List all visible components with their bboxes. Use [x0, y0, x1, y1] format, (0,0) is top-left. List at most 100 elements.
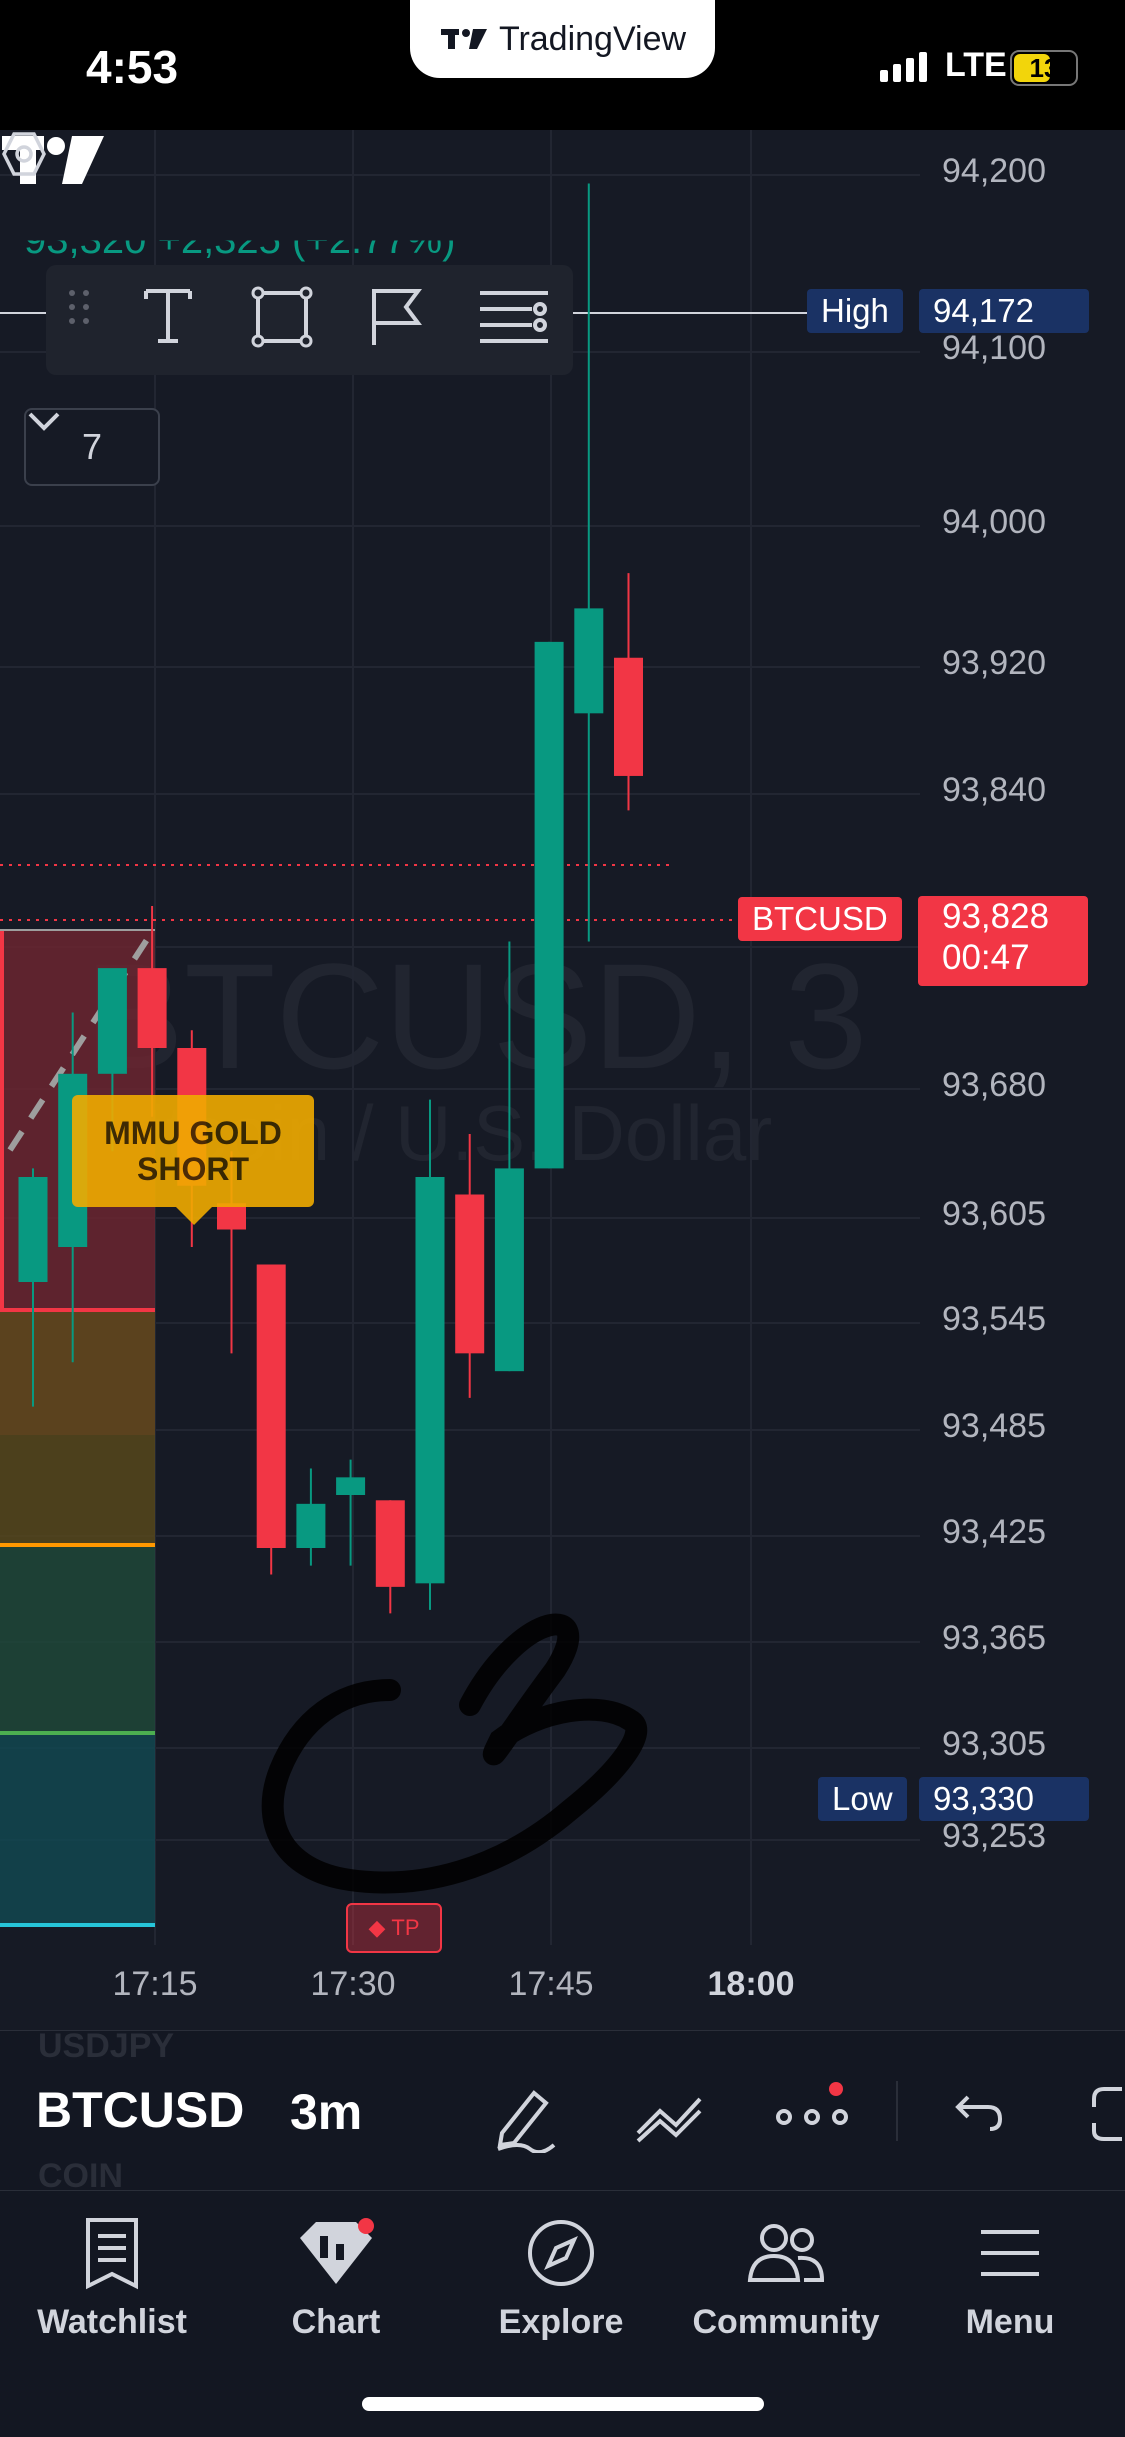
network-type: LTE: [945, 46, 1007, 84]
candle-body: [97, 968, 127, 1074]
menu-icon: [981, 2230, 1039, 2276]
battery-icon: 13: [1010, 50, 1078, 86]
nav-watchlist[interactable]: Watchlist: [2, 2209, 222, 2369]
last-price-value: 93,828: [942, 897, 1050, 936]
candle-body: [375, 1500, 405, 1587]
candle-up[interactable]: [336, 1459, 366, 1566]
candle-body: [494, 1168, 524, 1372]
tradingview-logo-icon: [440, 29, 487, 49]
high-value-tag: 94,172: [919, 289, 1089, 333]
battery-level: 13: [1029, 53, 1059, 83]
candle-up[interactable]: [574, 183, 604, 942]
short-position-target-zone-2[interactable]: [0, 1733, 155, 1925]
timeframe-selector[interactable]: 3m: [290, 2083, 362, 2141]
candle-body: [296, 1503, 326, 1548]
candle-body: [336, 1477, 366, 1495]
hand-drawn-scribble: [261, 1613, 648, 1894]
candle-body: [18, 1177, 48, 1282]
toolbar-divider: [896, 2081, 898, 2141]
candle-down[interactable]: [455, 1134, 485, 1398]
candle-up[interactable]: [494, 941, 524, 1372]
price-scale-label: 93,605: [942, 1195, 1046, 1233]
brand-name: TradingView: [498, 19, 687, 58]
candle-up[interactable]: [296, 1468, 326, 1566]
trend-tools-icon[interactable]: [632, 2089, 706, 2145]
price-scale-label: 93,545: [942, 1300, 1046, 1338]
indicators-collapse-button[interactable]: 7: [24, 408, 160, 486]
cellular-signal-icon: [880, 52, 927, 82]
price-scale-label: 93,253: [942, 1817, 1046, 1855]
take-profit-marker[interactable]: ◆ TP: [346, 1903, 442, 1953]
nav-label-menu: Menu: [965, 2303, 1055, 2341]
price-scale-label: 93,365: [942, 1619, 1046, 1657]
short-position-zone-orange[interactable]: [0, 1310, 155, 1545]
candle-body: [574, 608, 604, 714]
candle-body: [137, 968, 167, 1048]
price-scale-label: 94,100: [942, 329, 1046, 367]
rectangle-tool-icon[interactable]: [250, 285, 320, 355]
previous-symbol[interactable]: USDJPY: [38, 2027, 174, 2066]
time-scale-label: 17:45: [508, 1965, 594, 2003]
symbol-toolbar: USDJPY BTCUSD 3m COIN: [0, 2027, 1125, 2195]
candle-body: [455, 1194, 485, 1354]
low-value-tag: 93,330: [919, 1777, 1089, 1821]
nav-explore[interactable]: Explore: [451, 2209, 671, 2369]
undo-icon[interactable]: [954, 2093, 1004, 2133]
price-scale-label: 93,680: [942, 1066, 1046, 1104]
candle-body: [534, 641, 564, 1169]
chart-icon: [300, 2218, 374, 2284]
nav-community[interactable]: Community: [676, 2209, 896, 2369]
last-price-tag: 93,828 00:47: [918, 896, 1088, 986]
candle-down[interactable]: [375, 1500, 405, 1614]
community-icon: [747, 2224, 825, 2282]
candle-down[interactable]: [614, 573, 643, 811]
short-position-target-zone-1[interactable]: [0, 1545, 155, 1733]
symbol-price-tag: BTCUSD: [738, 897, 902, 941]
nav-label-explore: Explore: [498, 2303, 624, 2341]
nav-menu[interactable]: Menu: [900, 2209, 1120, 2369]
more-options-icon[interactable]: [774, 2081, 850, 2141]
candle-body: [256, 1264, 286, 1548]
compass-icon: [528, 2220, 594, 2286]
fullscreen-icon[interactable]: [1090, 2085, 1125, 2143]
nav-chart[interactable]: Chart: [226, 2209, 446, 2369]
drag-handle-icon[interactable]: [60, 285, 130, 355]
time-scale-label: 17:15: [112, 1965, 198, 2003]
candle-body: [614, 657, 643, 776]
chart-settings-icon[interactable]: [0, 130, 48, 178]
candle-up[interactable]: [415, 1099, 445, 1610]
watchlist-icon: [86, 2218, 138, 2290]
low-label-tag: Low: [818, 1777, 907, 1821]
nav-label-watchlist: Watchlist: [37, 2303, 187, 2341]
chart-pane[interactable]: BTCUSD, 3 Bitcoin / U.S. Dollar 93,320 +…: [0, 130, 1125, 2030]
candle-body: [217, 1203, 246, 1230]
time-scale-label: 18:00: [707, 1965, 795, 2003]
annotation-line-2: SHORT: [137, 1151, 249, 1187]
high-label-tag: High: [807, 289, 903, 333]
settings-lines-icon[interactable]: [476, 285, 548, 355]
price-scale-label: 93,840: [942, 771, 1046, 809]
price-scale-label: 93,920: [942, 644, 1046, 682]
time-scale-label: 17:30: [310, 1965, 396, 2003]
indicator-count: 7: [81, 426, 103, 467]
price-scale-label: 93,425: [942, 1513, 1046, 1551]
tp-label: TP: [391, 1915, 420, 1940]
diamond-icon: ◆: [368, 1915, 386, 1940]
home-indicator[interactable]: [362, 2397, 764, 2411]
flag-tool-icon[interactable]: [366, 285, 436, 355]
price-scale-label: 94,000: [942, 503, 1046, 541]
status-bar: 4:53 TradingView LTE 13: [0, 0, 1125, 130]
pen-drawing-icon[interactable]: [490, 2083, 560, 2153]
mmu-gold-short-annotation[interactable]: MMU GOLD SHORT: [72, 1095, 314, 1207]
candle-down[interactable]: [256, 1264, 286, 1575]
bar-countdown: 00:47: [942, 938, 1030, 977]
nav-label-community: Community: [692, 2303, 880, 2341]
nav-label-chart: Chart: [291, 2303, 381, 2341]
text-tool-icon[interactable]: [140, 285, 210, 355]
price-scale-label: 94,200: [942, 152, 1046, 190]
drawing-toolbar: [46, 265, 573, 375]
tradingview-brand-pill[interactable]: TradingView: [410, 0, 715, 78]
candle-up[interactable]: [534, 641, 564, 1169]
status-time: 4:53: [86, 41, 179, 93]
symbol-selector[interactable]: BTCUSD: [36, 2081, 244, 2139]
